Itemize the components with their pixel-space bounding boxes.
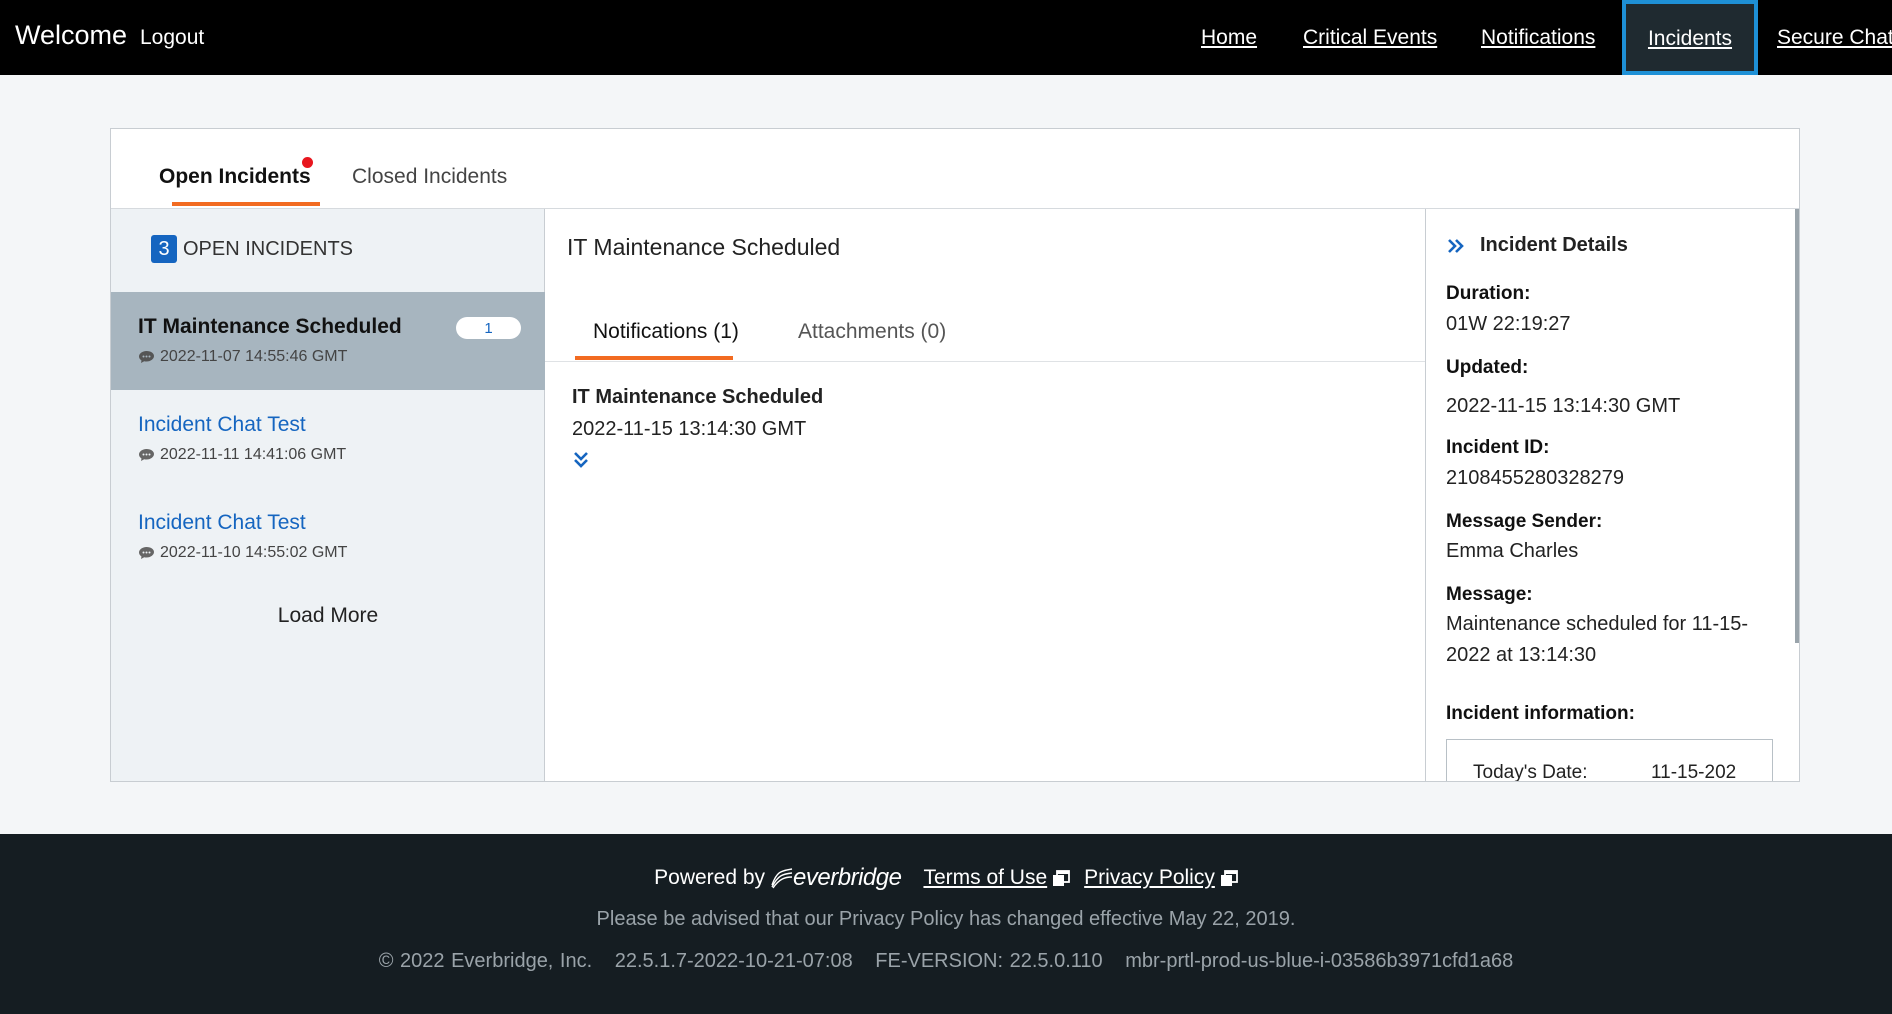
footer: Powered by everbridge Terms of Use Priva… xyxy=(0,834,1892,1014)
duration-value: 01W 22:19:27 xyxy=(1446,313,1571,335)
external-window-icon xyxy=(1053,869,1071,886)
nav-notifications-link[interactable]: Notifications xyxy=(1481,26,1595,50)
expand-double-chevron-icon[interactable] xyxy=(573,451,589,469)
logout-link[interactable]: Logout xyxy=(140,26,204,50)
fe-version: FE-VERSION: 22.5.0.110 xyxy=(875,950,1103,972)
incident-timestamp: 2022-11-10 14:55:02 GMT xyxy=(160,544,348,561)
everbridge-wave-icon xyxy=(771,868,793,889)
incident-id-label: Incident ID: xyxy=(1446,437,1550,458)
nav-secure-chat-link[interactable]: Secure Chat xyxy=(1777,26,1892,50)
active-subtab-indicator xyxy=(575,356,733,360)
incident-time: 2022-11-07 14:55:46 GMT xyxy=(138,348,347,366)
incident-details-title: Incident Details xyxy=(1480,234,1628,256)
top-nav-bar: Welcome Logout Home Critical Events Noti… xyxy=(0,0,1892,75)
incident-list: 3 OPEN INCIDENTS IT Maintenance Schedule… xyxy=(111,209,545,781)
updated-value: 2022-11-15 13:14:30 GMT xyxy=(1446,395,1681,417)
tab-closed-incidents[interactable]: Closed Incidents xyxy=(352,165,507,189)
info-date-key: Today's Date: xyxy=(1473,762,1588,782)
notification-title: IT Maintenance Scheduled xyxy=(572,386,824,408)
content-tabs: Notifications (1) Attachments (0) xyxy=(545,285,1425,362)
incident-id-value: 2108455280328279 xyxy=(1446,467,1624,489)
incident-information-box: Today's Date: 11-15-202 xyxy=(1446,739,1773,782)
welcome-text: Welcome xyxy=(15,20,128,50)
chat-bubble-icon xyxy=(139,449,154,461)
incident-time: 2022-11-11 14:41:06 GMT xyxy=(138,446,346,464)
active-tab-indicator xyxy=(172,202,320,206)
new-indicator-dot xyxy=(302,157,313,168)
everbridge-logo-text: everbridge xyxy=(793,864,902,891)
incident-time: 2022-11-10 14:55:02 GMT xyxy=(138,544,347,562)
incident-title[interactable]: Incident Chat Test xyxy=(138,413,306,437)
message-value: Maintenance scheduled for 11-15-2022 at … xyxy=(1446,613,1749,666)
load-more-button[interactable]: Load More xyxy=(111,604,545,628)
count-label: OPEN INCIDENTS xyxy=(183,237,354,260)
incident-list-item[interactable]: Incident Chat Test 2022-11-10 14:55:02 G… xyxy=(111,488,545,586)
updated-label: Updated: xyxy=(1446,357,1529,378)
incident-list-item[interactable]: Incident Chat Test 2022-11-11 14:41:06 G… xyxy=(111,390,545,488)
version-info: © 2022 Everbridge, Inc. 22.5.1.7-2022-10… xyxy=(0,950,1892,973)
build-version: 22.5.1.7-2022-10-21-07:08 xyxy=(614,950,853,972)
open-incidents-count: 3 OPEN INCIDENTS xyxy=(151,235,353,263)
tab-notifications[interactable]: Notifications (1) xyxy=(593,320,739,344)
notification-time: 2022-11-15 13:14:30 GMT xyxy=(572,418,807,440)
terms-of-use-label: Terms of Use xyxy=(923,866,1048,889)
incident-details-panel: Incident Details Duration: 01W 22:19:27 … xyxy=(1425,209,1799,782)
privacy-policy-link[interactable]: Privacy Policy xyxy=(1084,866,1238,890)
message-sender-value: Emma Charles xyxy=(1446,540,1579,562)
external-window-icon xyxy=(1220,869,1238,886)
powered-by-row: Powered by everbridge Terms of Use Priva… xyxy=(0,864,1892,892)
message-sender-label: Message Sender: xyxy=(1446,511,1603,532)
incident-title[interactable]: Incident Chat Test xyxy=(138,511,306,535)
server-id: mbr-prtl-prod-us-blue-i-03586b3971cfd1a6… xyxy=(1125,950,1514,972)
incident-information-label: Incident information: xyxy=(1446,703,1635,724)
incidents-panel: Open Incidents Closed Incidents 3 OPEN I… xyxy=(110,128,1800,782)
duration-label: Duration: xyxy=(1446,283,1531,304)
terms-of-use-link[interactable]: Terms of Use xyxy=(923,866,1071,890)
incident-content: IT Maintenance Scheduled Notifications (… xyxy=(545,209,1425,781)
info-date-value: 11-15-202 xyxy=(1651,762,1737,782)
tab-open-incidents[interactable]: Open Incidents xyxy=(159,165,311,189)
nav-critical-events-link[interactable]: Critical Events xyxy=(1303,26,1437,50)
everbridge-logo: everbridge xyxy=(771,864,902,892)
incident-title: IT Maintenance Scheduled xyxy=(138,315,402,338)
powered-by-text: Powered by xyxy=(654,866,766,889)
details-scrollbar[interactable] xyxy=(1795,209,1799,643)
nav-home-link[interactable]: Home xyxy=(1201,26,1257,50)
incident-details-header: Incident Details xyxy=(1446,234,1628,257)
privacy-advisory: Please be advised that our Privacy Polic… xyxy=(596,908,1296,930)
nav-incidents-link[interactable]: Incidents xyxy=(1622,0,1758,75)
incident-timestamp: 2022-11-11 14:41:06 GMT xyxy=(160,446,347,463)
incident-tabs: Open Incidents Closed Incidents xyxy=(111,129,1799,209)
message-label: Message: xyxy=(1446,584,1533,605)
tab-attachments[interactable]: Attachments (0) xyxy=(798,320,946,344)
collapse-double-chevron-icon[interactable] xyxy=(1446,237,1466,255)
privacy-policy-label: Privacy Policy xyxy=(1084,866,1215,889)
incident-list-item[interactable]: IT Maintenance Scheduled 1 2022-11-07 14… xyxy=(111,292,545,390)
chat-bubble-icon xyxy=(139,547,154,559)
chat-bubble-icon xyxy=(139,351,154,363)
count-badge: 3 xyxy=(151,235,177,263)
incident-timestamp: 2022-11-07 14:55:46 GMT xyxy=(160,348,348,365)
unread-count-badge: 1 xyxy=(456,317,521,339)
incident-content-title: IT Maintenance Scheduled xyxy=(567,234,841,260)
copyright-text: © 2022 Everbridge, Inc. xyxy=(378,950,593,972)
